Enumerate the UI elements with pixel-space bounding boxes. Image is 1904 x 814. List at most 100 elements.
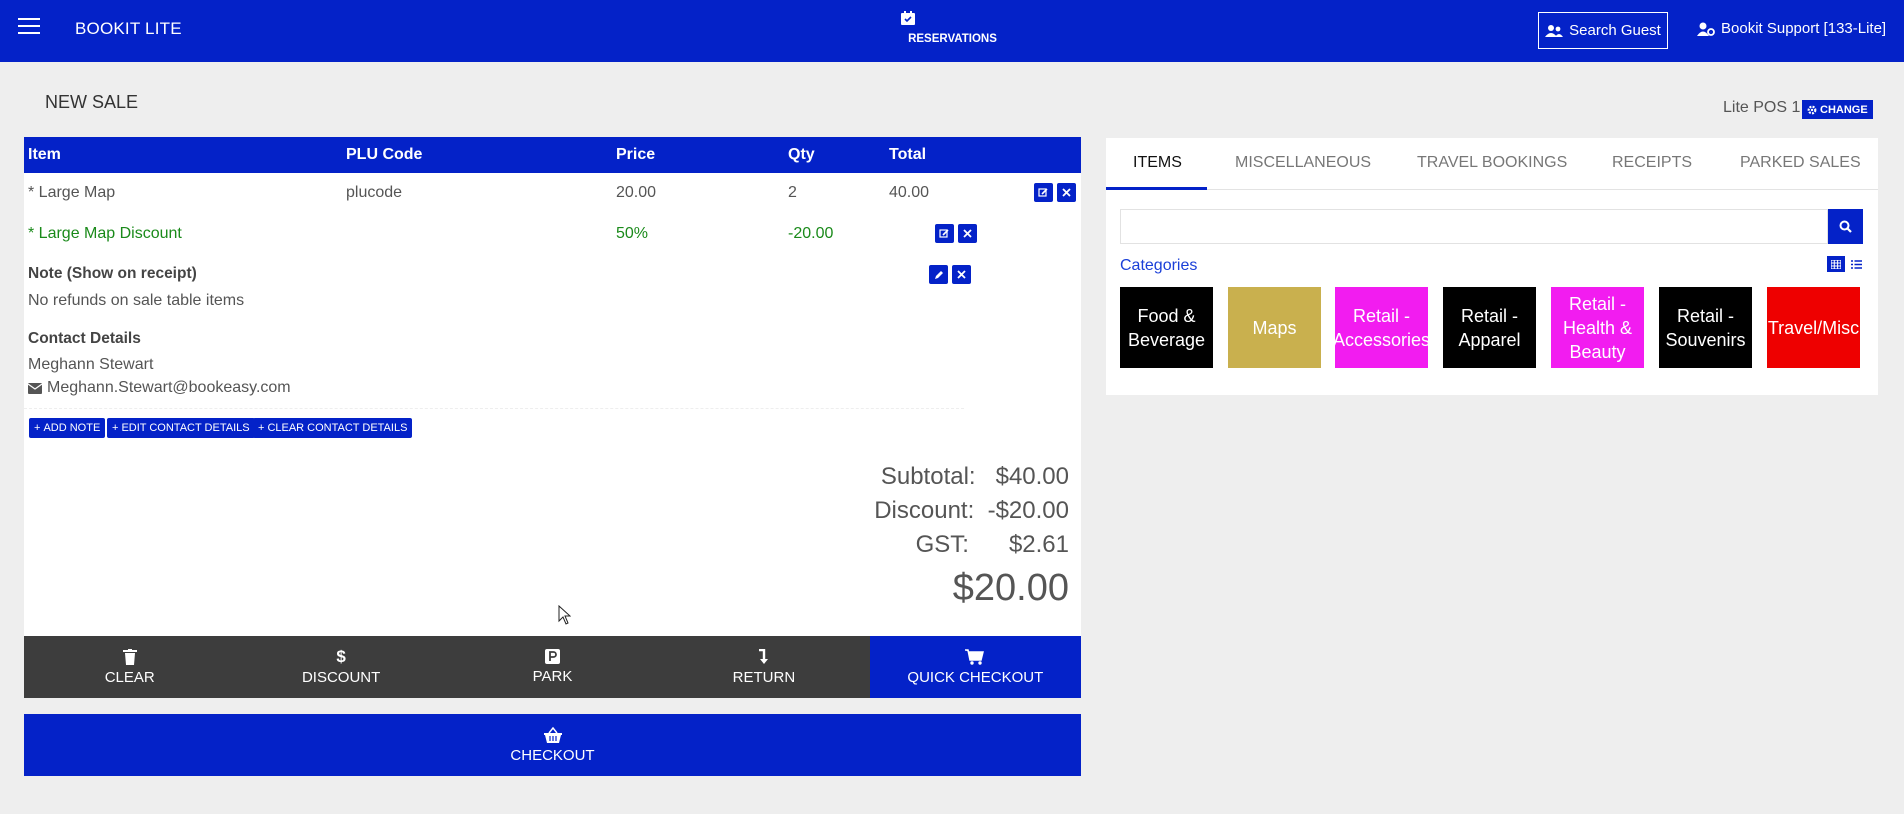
user-label: Bookit Support [133-Lite]: [1721, 20, 1887, 37]
quick-checkout-label: QUICK CHECKOUT: [907, 668, 1044, 686]
edit-discount-button[interactable]: [935, 224, 954, 243]
add-note-button[interactable]: + ADD NOTE: [29, 418, 106, 438]
remove-note-button[interactable]: [952, 265, 971, 284]
reservations-nav[interactable]: RESERVATIONS: [900, 10, 1005, 47]
category-tile[interactable]: Food & Beverage: [1120, 287, 1213, 368]
gst-label: GST:: [915, 531, 969, 558]
category-label: Retail - Accessories: [1335, 305, 1428, 350]
search-icon: [1839, 220, 1852, 233]
close-icon: [1062, 188, 1071, 197]
tab-miscellaneous[interactable]: MISCELLANEOUS: [1235, 154, 1371, 172]
edit-item-button[interactable]: [1034, 183, 1053, 202]
discount-value: -$20.00: [987, 497, 1069, 524]
header-total: Total: [889, 146, 927, 163]
tab-travel-bookings[interactable]: TRAVEL BOOKINGS: [1417, 154, 1567, 172]
list-icon: [1850, 259, 1862, 269]
gear-icon: [1807, 105, 1817, 115]
item-price: 20.00: [616, 184, 657, 201]
list-view-button[interactable]: [1847, 256, 1865, 272]
divider: [24, 408, 964, 409]
pos-label: Lite POS 1: [1723, 99, 1801, 116]
category-tile[interactable]: Maps: [1228, 287, 1321, 368]
grid-view-button[interactable]: [1827, 256, 1845, 272]
edit-note-button[interactable]: [929, 265, 948, 284]
category-label: Retail - Apparel: [1458, 305, 1521, 350]
edit-contact-button[interactable]: + EDIT CONTACT DETAILS: [107, 418, 255, 438]
item-qty: 2: [788, 184, 797, 201]
gst-value: $2.61: [1008, 531, 1069, 558]
clear-contact-label: CLEAR CONTACT DETAILS: [267, 422, 408, 434]
quick-checkout-button[interactable]: QUICK CHECKOUT: [869, 636, 1082, 698]
edit-contact-label: EDIT CONTACT DETAILS: [121, 422, 250, 434]
envelope-icon: [28, 382, 42, 394]
basket-icon: [543, 726, 562, 743]
page-title: NEW SALE: [45, 92, 139, 112]
category-tile[interactable]: Retail - Health & Beauty: [1551, 287, 1644, 368]
tab-items[interactable]: ITEMS: [1133, 154, 1182, 172]
tab-parked-sales[interactable]: PARKED SALES: [1740, 154, 1861, 172]
calendar-icon: [900, 10, 1005, 26]
plus-icon: +: [112, 422, 119, 434]
checkout-button[interactable]: CHECKOUT: [24, 714, 1081, 776]
remove-item-button[interactable]: [1057, 183, 1076, 202]
search-guest-button[interactable]: Search Guest: [1538, 12, 1668, 49]
add-note-label: ADD NOTE: [43, 422, 101, 434]
search-button[interactable]: [1828, 209, 1863, 244]
category-tile[interactable]: Retail - Apparel: [1443, 287, 1536, 368]
plus-icon: +: [258, 422, 265, 434]
discount-action-label: DISCOUNT: [301, 668, 381, 686]
category-label: Travel/Misc: [1767, 317, 1860, 338]
catalog-panel: ITEMS MISCELLANEOUS TRAVEL BOOKINGS RECE…: [1106, 138, 1878, 395]
gst-row: GST: $2.61: [916, 531, 1069, 559]
return-button[interactable]: RETURN: [658, 636, 870, 698]
category-tile[interactable]: Retail - Accessories: [1335, 287, 1428, 368]
user-cog-icon: [1697, 22, 1715, 36]
close-icon: [963, 229, 972, 238]
contact-email-row: Meghann.Stewart@bookeasy.com: [28, 379, 291, 397]
category-tile[interactable]: Retail - Souvenirs: [1659, 287, 1752, 368]
mouse-cursor: [558, 605, 571, 625]
contact-email: Meghann.Stewart@bookeasy.com: [47, 379, 291, 396]
search-input[interactable]: [1120, 209, 1828, 244]
cart-icon: [965, 648, 985, 665]
menu-icon[interactable]: [18, 18, 40, 36]
tab-receipts[interactable]: RECEIPTS: [1612, 154, 1692, 172]
category-label: Food & Beverage: [1127, 305, 1206, 350]
search-guest-label: Search Guest: [1569, 22, 1661, 39]
item-plu: plucode: [346, 184, 403, 201]
clear-button[interactable]: CLEAR: [24, 636, 236, 698]
park-label: PARK: [532, 668, 573, 685]
sale-panel: Item PLU Code Price Qty Total * Large Ma…: [24, 137, 1081, 636]
edit-icon: [1038, 187, 1049, 198]
edit-icon: [939, 228, 950, 239]
checkout-label: CHECKOUT: [510, 746, 595, 764]
subtotal-value: $40.00: [995, 463, 1069, 490]
remove-discount-button[interactable]: [958, 224, 977, 243]
change-pos-button[interactable]: CHANGE: [1802, 100, 1873, 119]
table-row: * Large Map plucode 20.00 2 40.00: [24, 173, 1081, 213]
subtotal-label: Subtotal:: [880, 463, 976, 490]
reservations-label: RESERVATIONS: [908, 33, 997, 45]
park-button[interactable]: PARK: [446, 636, 659, 698]
discount-button[interactable]: $ DISCOUNT: [235, 636, 447, 698]
header-plu: PLU Code: [346, 146, 423, 163]
clear-contact-button[interactable]: + CLEAR CONTACT DETAILS: [253, 418, 413, 438]
user-menu[interactable]: Bookit Support [133-Lite]: [1697, 20, 1886, 37]
discount-percent: 50%: [616, 225, 649, 242]
category-tile[interactable]: Travel/Misc: [1767, 287, 1860, 368]
header-item: Item: [28, 146, 61, 163]
category-label: Maps: [1252, 317, 1297, 338]
grand-total: $20.00: [952, 567, 1069, 609]
header-qty: Qty: [788, 146, 815, 163]
close-icon: [957, 270, 966, 279]
return-label: RETURN: [732, 668, 796, 686]
discount-label: Discount:: [874, 497, 975, 524]
contact-name: Meghann Stewart: [28, 356, 154, 373]
contact-label: Contact Details: [28, 330, 141, 347]
users-icon: [1545, 24, 1564, 38]
header-price: Price: [616, 146, 656, 163]
trash-icon: [122, 648, 137, 665]
plus-icon: +: [34, 422, 41, 434]
pencil-icon: [934, 270, 944, 280]
level-down-icon: [758, 648, 770, 665]
